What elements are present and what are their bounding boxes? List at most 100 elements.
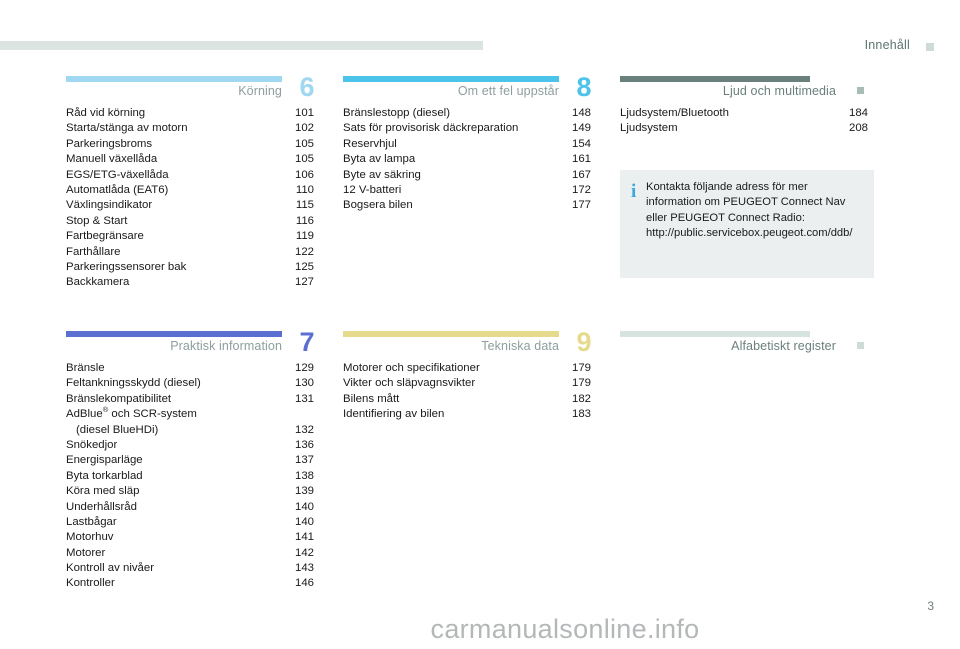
toc-entry[interactable]: Parkeringssensorer bak 125 (66, 260, 314, 275)
toc-entry[interactable]: Backkamera 127 (66, 275, 314, 290)
toc-entry[interactable]: EGS/ETG-växellåda 106 (66, 168, 314, 183)
toc-entry-page: 122 (294, 245, 314, 258)
toc-entry-label: Byta torkarblad (66, 469, 143, 482)
toc-entry-label: Byta av lampa (343, 153, 416, 166)
entry-list: Bränsle 129 Feltankningsskydd (diesel) 130… (66, 361, 314, 592)
toc-entry-page: 119 (295, 230, 314, 243)
toc-entry[interactable]: Parkeringsbroms 105 (66, 137, 314, 152)
chapter-title: Alfabetiskt register (731, 339, 836, 353)
toc-entry-page: 143 (294, 562, 314, 575)
toc-block-tekniska-data: Tekniska data 9 Motorer och specifikatio… (343, 325, 591, 423)
toc-entry-page: 182 (571, 392, 591, 405)
toc-entry[interactable]: Motorer och specifikationer 179 (343, 361, 591, 376)
toc-entry-label: Motorer och specifikationer (343, 362, 480, 374)
toc-entry-page: 154 (571, 137, 591, 150)
toc-entry-label: Starta/stänga av motorn (66, 122, 188, 135)
toc-entry-page: 139 (294, 485, 314, 498)
chapter-marker-square (857, 87, 864, 94)
toc-entry-label: (diesel BlueHDi) (76, 423, 159, 436)
toc-entry[interactable]: Byte av säkring 167 (343, 168, 591, 183)
table-of-contents: Körning 6 Råd vid körning 101 Starta/stän… (0, 70, 960, 589)
toc-entry-page: 167 (571, 168, 591, 181)
chapter-marker-square (857, 342, 864, 349)
toc-entry[interactable]: (diesel BlueHDi) 132 (66, 423, 314, 438)
toc-entry-label: Lastbågar (66, 515, 117, 528)
toc-entry-page: 115 (295, 199, 314, 212)
toc-entry-label: Kontroll av nivåer (66, 562, 155, 575)
toc-entry-page: 136 (294, 438, 314, 451)
toc-entry[interactable]: Råd vid körning 101 (66, 106, 314, 121)
toc-entry-label: Motorhuv (66, 531, 114, 544)
toc-entry[interactable]: Köra med släp 139 (66, 484, 314, 499)
toc-entry-page: 105 (294, 153, 314, 166)
toc-entry-page: 130 (294, 377, 314, 390)
toc-entry[interactable]: Växlingsindikator 115 (66, 198, 314, 213)
toc-entry[interactable]: Reservhjul 154 (343, 137, 591, 152)
toc-entry[interactable]: Ljudsystem 208 (620, 121, 868, 136)
toc-block-praktisk-information: Praktisk information 7 Bränsle 129 Feltan… (66, 325, 314, 592)
toc-entry[interactable]: Kontroll av nivåer 143 (66, 561, 314, 576)
toc-entry-page: 177 (571, 199, 591, 212)
toc-entry-label: Feltankningsskydd (diesel) (66, 377, 201, 390)
toc-entry[interactable]: Bogsera bilen 177 (343, 198, 591, 213)
toc-entry[interactable]: Sats för provisorisk däckreparation 149 (343, 121, 591, 136)
toc-block-korning: Körning 6 Råd vid körning 101 Starta/stän… (66, 70, 314, 291)
toc-entry-label: Parkeringsbroms (66, 137, 153, 150)
toc-entry[interactable]: Kontroller 146 (66, 576, 314, 591)
toc-entry[interactable]: Starta/stänga av motorn 102 (66, 121, 314, 136)
toc-entry[interactable]: Bilens mått 182 (343, 392, 591, 407)
toc-entry-label: Automatlåda (EAT6) (66, 183, 169, 196)
toc-row-bottom: Praktisk information 7 Bränsle 129 Feltan… (0, 325, 960, 589)
toc-entry[interactable]: Snökedjor 136 (66, 438, 314, 453)
toc-entry-label: Ljudsystem (620, 122, 678, 135)
toc-entry[interactable]: Vikter och släpvagnsvikter 179 (343, 376, 591, 391)
toc-entry[interactable]: Motorer 142 (66, 546, 314, 561)
toc-entry[interactable]: Byta torkarblad 138 (66, 469, 314, 484)
toc-entry[interactable]: Energisparläge 137 (66, 453, 314, 468)
toc-entry-page: 101 (294, 107, 314, 119)
toc-entry[interactable]: Automatlåda (EAT6) 110 (66, 183, 314, 198)
toc-entry[interactable]: Byta av lampa 161 (343, 152, 591, 167)
entry-list: Motorer och specifikationer 179 Vikter oc… (343, 361, 591, 423)
toc-entry-page: 149 (571, 122, 591, 135)
info-callout-text: Kontakta följande adress för mer informa… (646, 181, 853, 239)
toc-entry[interactable]: 12 V-batteri 172 (343, 183, 591, 198)
block-header: Ljud och multimedia (620, 70, 868, 100)
toc-block-ljud-och-multimedia: Ljud och multimedia Ljudsystem/Bluetooth… (620, 70, 868, 137)
chapter-accent-bar (66, 331, 282, 337)
toc-entry-label: Underhållsråd (66, 500, 137, 513)
toc-entry-page: 208 (848, 122, 868, 135)
chapter-number: 6 (299, 72, 314, 102)
entry-list: Ljudsystem/Bluetooth 184 Ljudsystem 208 (620, 106, 868, 137)
toc-entry-label: Parkeringssensorer bak (66, 260, 187, 273)
toc-entry[interactable]: Manuell växellåda 105 (66, 152, 314, 167)
toc-entry[interactable]: Identifiering av bilen 183 (343, 407, 591, 422)
toc-entry-page: 127 (294, 276, 314, 289)
toc-entry[interactable]: AdBlue® och SCR-system (66, 406, 314, 422)
chapter-number: 9 (576, 327, 591, 357)
toc-entry-page: 161 (571, 153, 591, 166)
toc-entry[interactable]: Ljudsystem/Bluetooth 184 (620, 106, 868, 121)
header-marker-square (926, 43, 934, 51)
toc-entry-page: 140 (294, 515, 314, 528)
page-title: Innehåll (864, 38, 910, 52)
toc-entry[interactable]: Stop & Start 116 (66, 214, 314, 229)
toc-entry[interactable]: Motorhuv 141 (66, 530, 314, 545)
toc-entry[interactable]: Lastbågar 140 (66, 515, 314, 530)
chapter-accent-bar (620, 76, 810, 82)
chapter-accent-bar (343, 331, 559, 337)
toc-entry[interactable]: Underhållsråd 140 (66, 500, 314, 515)
toc-entry[interactable]: Fartbegränsare 119 (66, 229, 314, 244)
toc-entry-page: 125 (294, 260, 314, 273)
toc-entry-page: 141 (294, 531, 314, 544)
toc-entry-label: Ljudsystem/Bluetooth (620, 107, 729, 119)
toc-entry[interactable]: Farthållare 122 (66, 245, 314, 260)
toc-entry-label: Fartbegränsare (66, 230, 144, 243)
toc-entry-label: Farthållare (66, 245, 121, 258)
toc-entry-label: Reservhjul (343, 137, 397, 150)
toc-block-om-ett-fel-uppstar: Om ett fel uppstår 8 Bränslestopp (diese… (343, 70, 591, 214)
toc-entry[interactable]: Feltankningsskydd (diesel) 130 (66, 376, 314, 391)
toc-entry[interactable]: Bränsle 129 (66, 361, 314, 376)
page-number: 3 (927, 599, 934, 613)
toc-entry[interactable]: Bränslestopp (diesel) 148 (343, 106, 591, 121)
